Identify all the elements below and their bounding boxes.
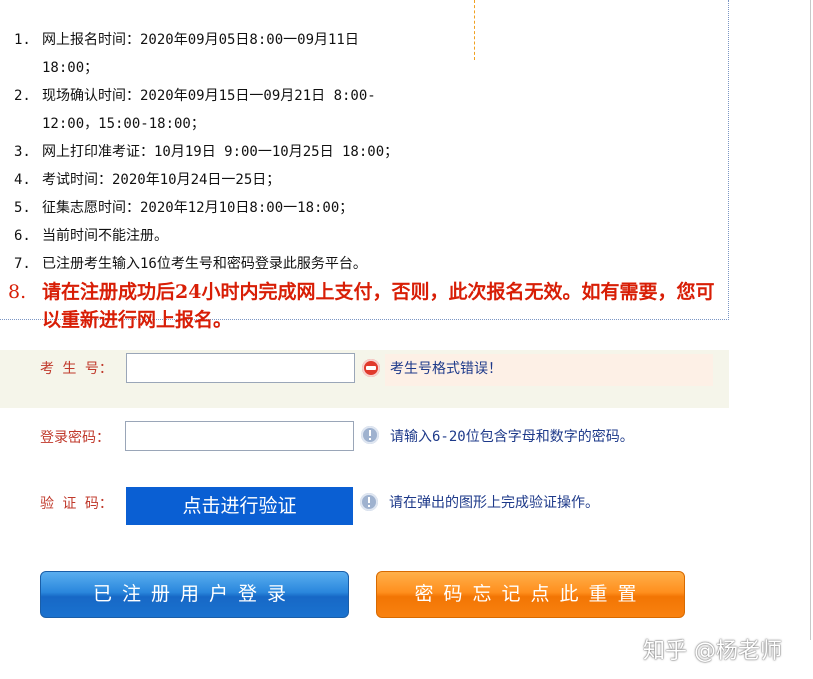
exam-no-input[interactable] <box>126 353 355 383</box>
reset-password-button[interactable]: 密码忘记点此重置 <box>376 571 685 618</box>
notice-item: 2. 现场确认时间：2020年09月15日一09月21日 8:00-12:00，1… <box>14 88 376 132</box>
password-input[interactable] <box>125 421 354 451</box>
notice-item: 4. 考试时间：2020年10月24日一25日； <box>14 172 281 188</box>
error-icon <box>362 359 380 377</box>
watermark: 知乎 @杨老师 <box>643 639 782 664</box>
captcha-hint: 请在弹出的图形上完成验证操作。 <box>389 495 599 511</box>
password-hint: 请输入6-20位包含字母和数字的密码。 <box>390 429 634 445</box>
captcha-label: 验 证 码： <box>40 496 113 512</box>
password-label: 登录密码： <box>40 430 110 446</box>
notice-list: 1. 网上报名时间：2020年09月05日8:00一09月11日 18:00； 2… <box>0 26 729 334</box>
login-button[interactable]: 已注册用户登录 <box>40 571 349 618</box>
exam-no-hint: 考生号格式错误！ <box>390 361 502 377</box>
notice-item: 3. 网上打印准考证：10月19日 9:00一10月25日 18:00； <box>14 144 399 160</box>
payment-warning: 8. 请在注册成功后24小时内完成网上支付，否则，此次报名无效。如有需要，您可以重… <box>8 281 715 331</box>
info-icon <box>360 493 378 511</box>
page-edge <box>810 0 811 640</box>
notice-item: 5. 征集志愿时间：2020年12月10日8:00一18:00； <box>14 200 354 216</box>
exam-no-label: 考 生 号： <box>40 361 113 377</box>
verify-button[interactable]: 点击进行验证 <box>126 487 353 525</box>
info-icon <box>361 426 379 444</box>
notice-panel: 1. 网上报名时间：2020年09月05日8:00一09月11日 18:00； 2… <box>0 0 729 331</box>
notice-item: 6. 当前时间不能注册。 <box>14 228 168 244</box>
notice-item: 1. 网上报名时间：2020年09月05日8:00一09月11日 18:00； <box>14 32 359 76</box>
notice-item: 7. 已注册考生输入16位考生号和密码登录此服务平台。 <box>14 256 367 272</box>
